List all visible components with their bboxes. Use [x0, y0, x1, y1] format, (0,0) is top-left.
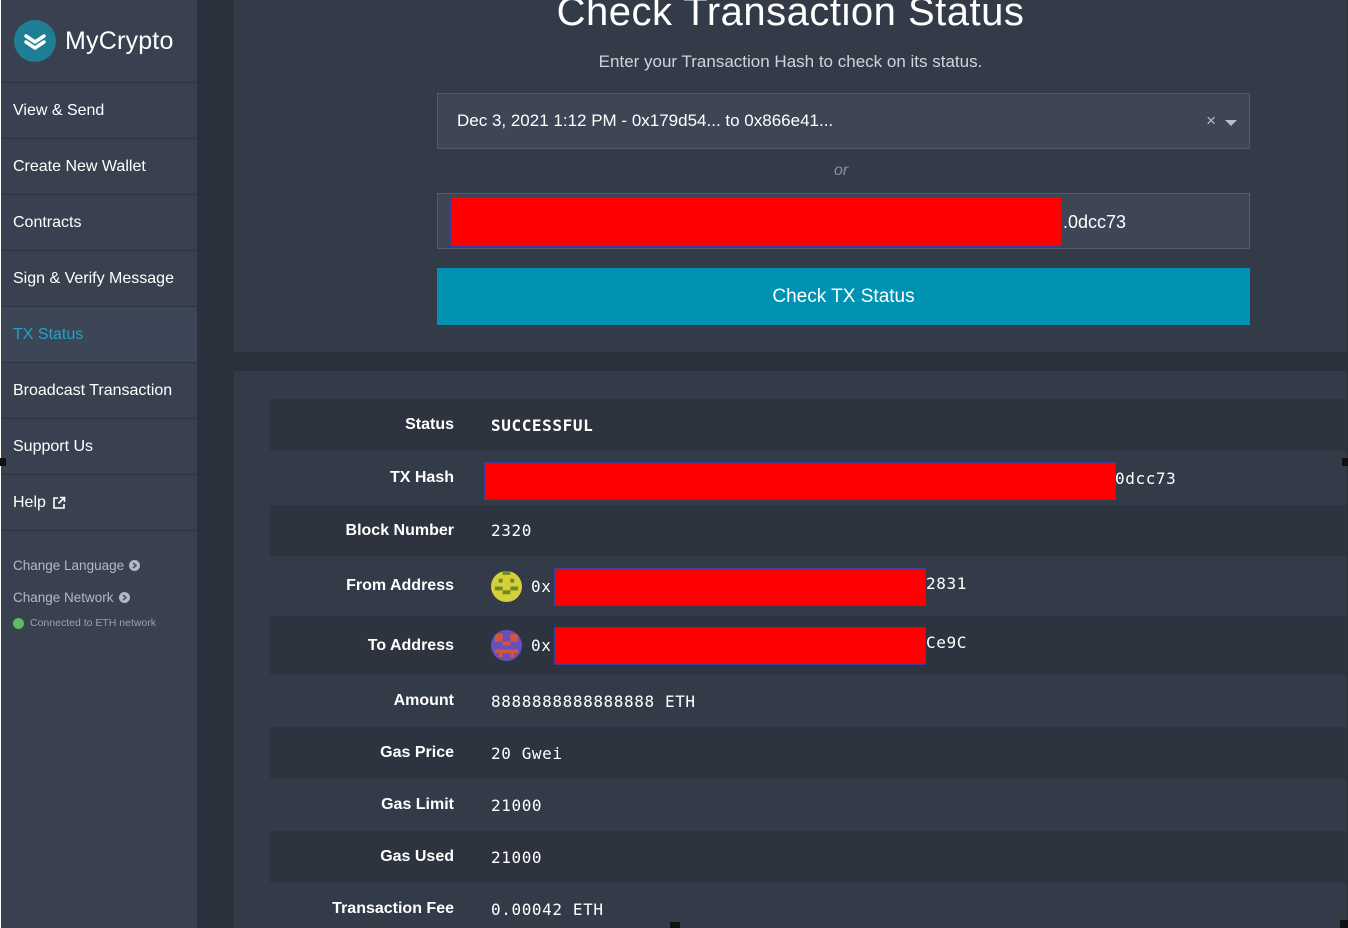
nav-item-contracts[interactable]: Contracts — [1, 195, 197, 251]
resize-handle — [0, 458, 6, 466]
tx-row-status: Status SUCCESSFUL — [270, 399, 1347, 451]
connected-dot-icon — [13, 617, 24, 629]
status-label: Status — [405, 416, 454, 433]
from-address-tail: 2831 — [926, 574, 967, 593]
nav-item-tx-status[interactable]: TX Status — [1, 307, 197, 363]
change-network-link[interactable]: Change Network — [1, 581, 197, 613]
nav-item-support[interactable]: Support Us — [1, 419, 197, 475]
nav-item-view-send[interactable]: View & Send — [1, 83, 197, 139]
redaction-box — [554, 627, 926, 665]
gas-limit-value: 21000 — [491, 795, 543, 815]
gas-price-label: Gas Price — [380, 744, 454, 761]
page-title: Check Transaction Status — [556, 0, 1025, 34]
check-tx-status-button[interactable]: Check TX Status — [437, 268, 1250, 325]
nav-item-sign-verify[interactable]: Sign & Verify Message — [1, 251, 197, 307]
change-language-link[interactable]: Change Language — [1, 549, 197, 581]
recent-tx-select[interactable]: Dec 3, 2021 1:12 PM - 0x179d54... to 0x8… — [437, 93, 1250, 149]
to-identicon-icon — [491, 630, 522, 661]
tx-row-gas-used: Gas Used 21000 — [270, 831, 1347, 883]
or-divider: or — [834, 162, 849, 179]
gas-price-value: 20 Gwei — [491, 743, 563, 763]
nav-item-create-wallet[interactable]: Create New Wallet — [1, 139, 197, 195]
change-language-label: Change Language — [13, 557, 125, 573]
from-address-label: From Address — [346, 577, 454, 594]
block-number-label: Block Number — [345, 521, 454, 539]
arrow-circle-right-icon — [118, 591, 130, 603]
nav-item-help-label: Help — [13, 493, 46, 511]
resize-handle — [1342, 458, 1348, 466]
redaction-box — [450, 197, 1062, 247]
page-subtitle: Enter your Transaction Hash to check on … — [598, 52, 983, 71]
sidebar: MyCrypto View & Send Create New Wallet C… — [1, 0, 198, 928]
to-address-value: 0x — [491, 630, 551, 661]
brand[interactable]: MyCrypto — [1, 0, 197, 83]
mycrypto-logo-icon — [14, 20, 56, 62]
recent-tx-select-value: Dec 3, 2021 1:12 PM - 0x179d54... to 0x8… — [457, 111, 834, 130]
block-number-value: 2320 — [491, 521, 532, 540]
tx-hash-label: TX Hash — [389, 469, 454, 486]
tx-row-amount: Amount 8888888888888888 ETH — [270, 675, 1347, 727]
network-status-label: Connected to ETH network — [30, 617, 157, 629]
clear-icon[interactable]: × — [1206, 111, 1216, 131]
redaction-box — [554, 568, 926, 606]
network-status: Connected to ETH network — [1, 617, 197, 629]
brand-name: MyCrypto — [65, 26, 174, 55]
nav-item-broadcast[interactable]: Broadcast Transaction — [1, 363, 197, 419]
tx-row-fee: Transaction Fee 0.00042 ETH — [270, 883, 1347, 928]
gas-used-value: 21000 — [491, 847, 543, 867]
gas-limit-label: Gas Limit — [381, 796, 454, 813]
to-address-label: To Address — [367, 636, 454, 654]
tx-row-gas-price: Gas Price 20 Gwei — [270, 727, 1347, 779]
tx-row-gas-limit: Gas Limit 21000 — [270, 779, 1347, 831]
from-address-prefix: 0x — [531, 576, 552, 596]
transaction-fee-label: Transaction Fee — [332, 900, 454, 917]
tx-hash-value: 0dcc73 — [1115, 469, 1177, 488]
amount-label: Amount — [393, 692, 454, 709]
amount-value: 8888888888888888 ETH — [491, 691, 696, 711]
from-address-value: 0x — [491, 570, 552, 602]
tx-row-block: Block Number 2320 — [270, 505, 1347, 556]
to-address-prefix: 0x — [531, 636, 552, 655]
chevron-down-icon[interactable] — [1225, 120, 1237, 126]
resize-handle — [1340, 920, 1348, 928]
from-identicon-icon — [491, 570, 522, 602]
resize-handle — [670, 922, 680, 928]
status-badge: SUCCESSFUL — [491, 415, 594, 435]
change-network-label: Change Network — [13, 589, 114, 605]
transaction-fee-value: 0.00042 ETH — [491, 899, 604, 919]
tx-hash-input-value: .0dcc73 — [1063, 212, 1127, 232]
to-address-tail: Ce9C — [926, 633, 967, 652]
redaction-box — [484, 462, 1116, 500]
external-link-icon — [52, 496, 66, 510]
gas-used-label: Gas Used — [380, 848, 454, 865]
nav-item-help[interactable]: Help — [1, 475, 197, 531]
arrow-circle-right-icon — [129, 559, 141, 571]
